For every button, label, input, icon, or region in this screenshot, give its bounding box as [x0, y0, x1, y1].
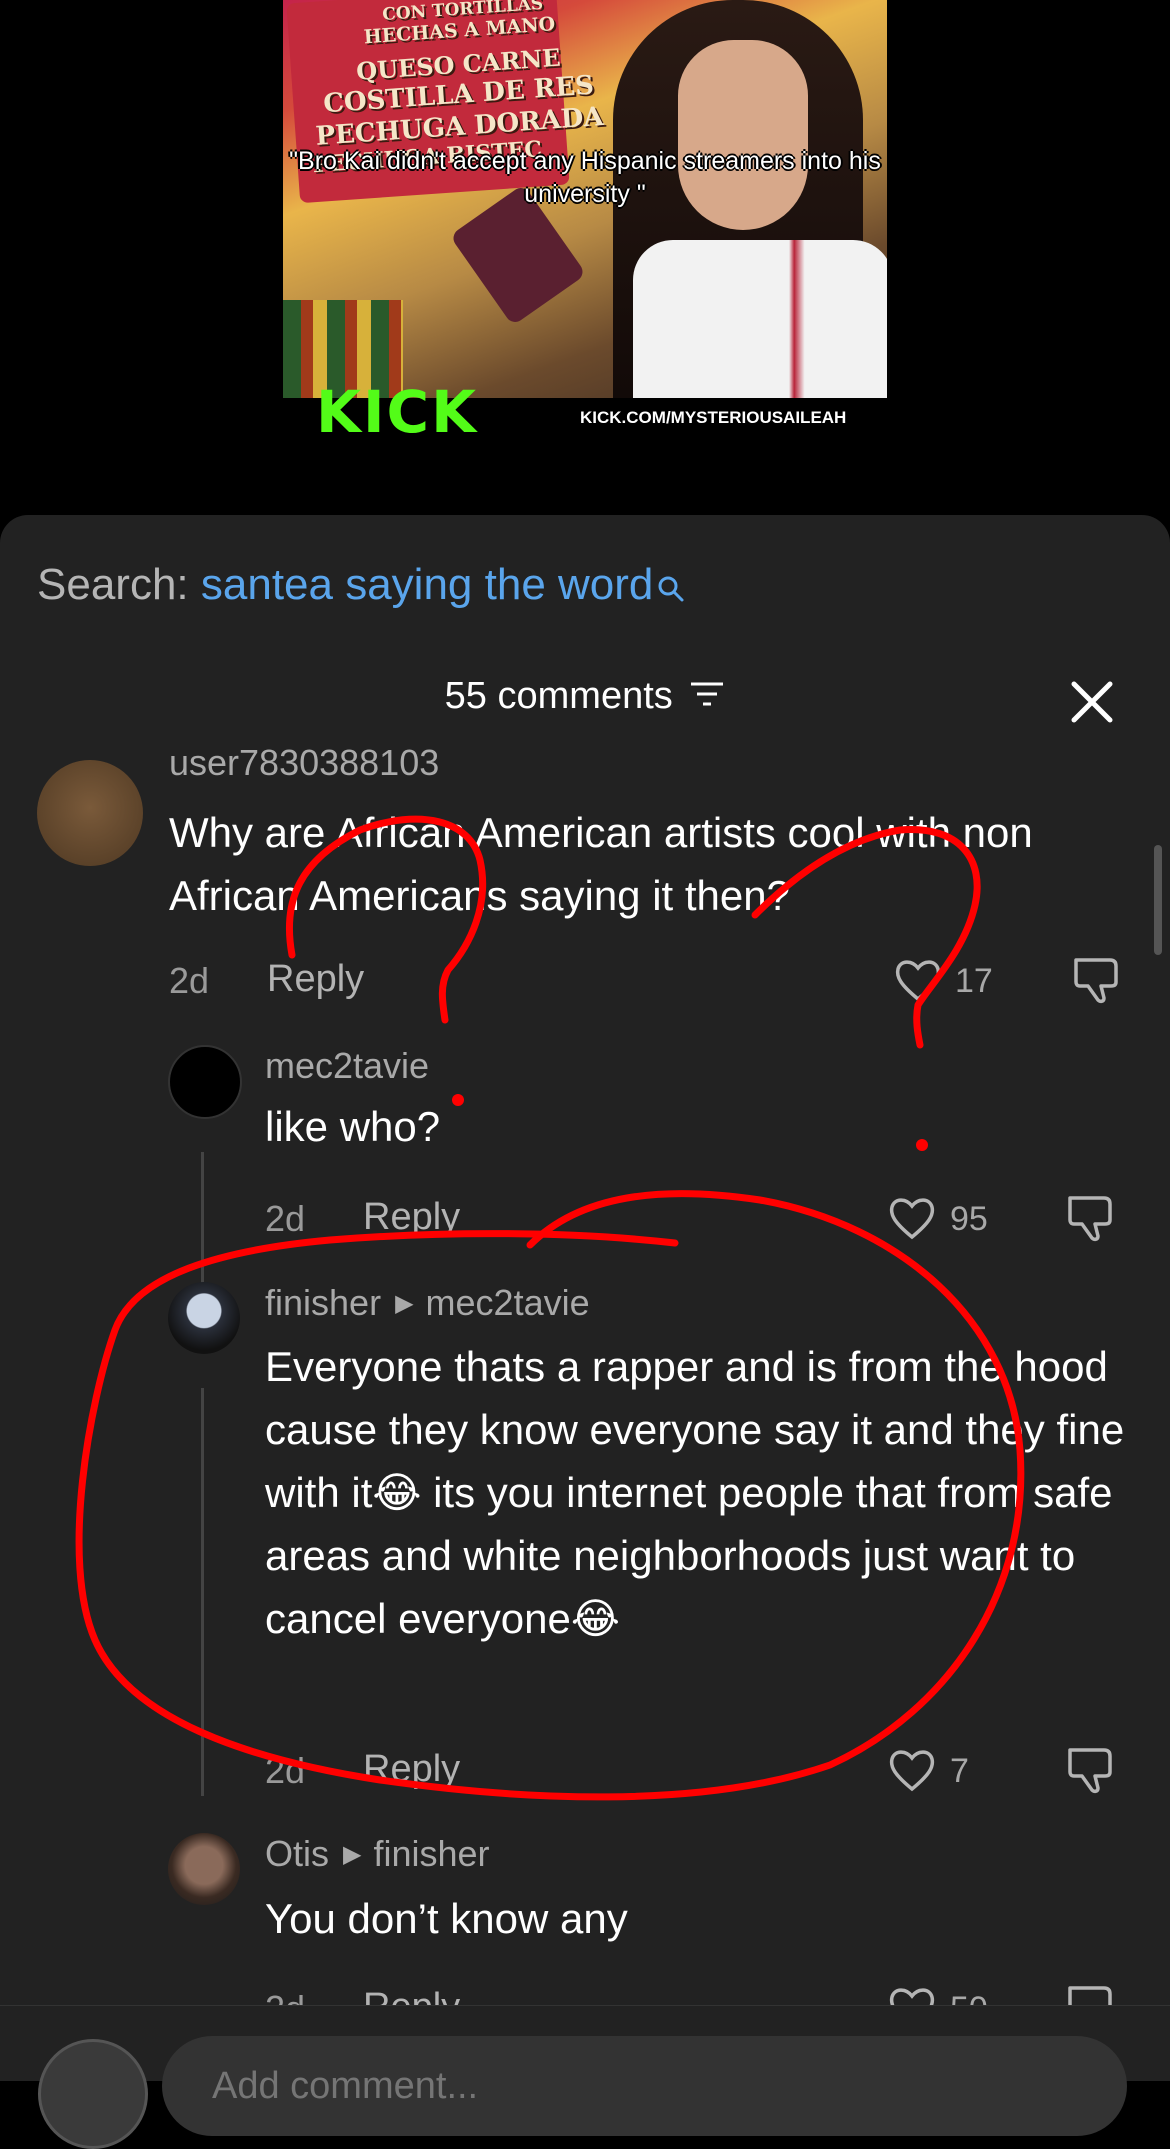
- streamer-shirt: [633, 240, 887, 398]
- comment-bar: [0, 2005, 1170, 2149]
- like-count: 7: [950, 1752, 969, 1790]
- kick-logo: KICK: [316, 378, 479, 446]
- dislike-icon[interactable]: [1064, 1742, 1118, 1796]
- avatar[interactable]: [168, 1282, 240, 1354]
- thread-line: [201, 1152, 204, 1302]
- close-icon[interactable]: [1070, 680, 1114, 724]
- thread-line: [201, 1388, 204, 1796]
- dislike-icon[interactable]: [1064, 1190, 1118, 1244]
- like-count: 95: [950, 1200, 988, 1238]
- comment-username[interactable]: finisher ▶ mec2tavie: [265, 1282, 590, 1324]
- comment-username[interactable]: Otis ▶ finisher: [265, 1833, 490, 1875]
- comments-header: 55 comments: [0, 675, 1170, 719]
- reply-button[interactable]: Reply: [363, 1748, 460, 1791]
- comment-time: 2d: [265, 1198, 306, 1239]
- scrollbar[interactable]: [1154, 845, 1162, 955]
- comment-time: 2d: [265, 1750, 306, 1791]
- comments-count: 55 comments: [444, 675, 673, 717]
- video-player[interactable]: CON TORTILLAS HECHAS A MANO QUESO CARNE …: [0, 0, 1170, 515]
- filter-icon[interactable]: [689, 676, 725, 719]
- username-text[interactable]: Otis: [265, 1833, 329, 1874]
- comment-text: Why are African American artists cool wi…: [169, 809, 1033, 919]
- search-query-link[interactable]: santea saying the word: [201, 560, 654, 609]
- reply-arrow-icon: ▶: [343, 1841, 362, 1868]
- heart-icon[interactable]: [893, 955, 943, 1005]
- reply-button[interactable]: Reply: [267, 958, 364, 1001]
- avatar[interactable]: [168, 1045, 242, 1119]
- comment-username[interactable]: mec2tavie: [265, 1045, 429, 1087]
- video-thumbnail: CON TORTILLAS HECHAS A MANO QUESO CARNE …: [283, 0, 887, 398]
- video-caption: "Bro Kai didn't accept any Hispanic stre…: [289, 147, 881, 208]
- comment-input[interactable]: [162, 2036, 1127, 2136]
- heart-icon[interactable]: [887, 1193, 937, 1243]
- reply-to-username[interactable]: finisher: [373, 1833, 489, 1874]
- comment-text: like who?: [265, 1103, 441, 1150]
- dislike-icon[interactable]: [1070, 952, 1124, 1006]
- search-suggestion[interactable]: Search: santea saying the word: [37, 560, 685, 614]
- comment-time: 2d: [169, 960, 210, 1001]
- avatar[interactable]: [168, 1833, 240, 1905]
- heart-icon[interactable]: [887, 1745, 937, 1795]
- close-button[interactable]: [1070, 680, 1114, 724]
- search-icon[interactable]: [657, 564, 685, 614]
- comments-panel: Search: santea saying the word 55 commen…: [0, 515, 1170, 2080]
- comment-text: Everyone thats a rapper and is from the …: [265, 1343, 1125, 1642]
- avatar[interactable]: [37, 760, 143, 866]
- kick-url: KICK.COM/MYSTERIOUSAILEAH: [580, 408, 847, 427]
- search-prefix: Search:: [37, 560, 189, 609]
- reply-button[interactable]: Reply: [363, 1196, 460, 1239]
- comment-text: You don’t know any: [265, 1895, 628, 1942]
- comment-username[interactable]: user7830388103: [169, 742, 439, 784]
- username-text[interactable]: finisher: [265, 1282, 381, 1323]
- my-avatar[interactable]: [38, 2039, 148, 2149]
- like-count: 17: [955, 962, 993, 1000]
- reply-to-username[interactable]: mec2tavie: [426, 1282, 590, 1323]
- reply-arrow-icon: ▶: [395, 1290, 414, 1317]
